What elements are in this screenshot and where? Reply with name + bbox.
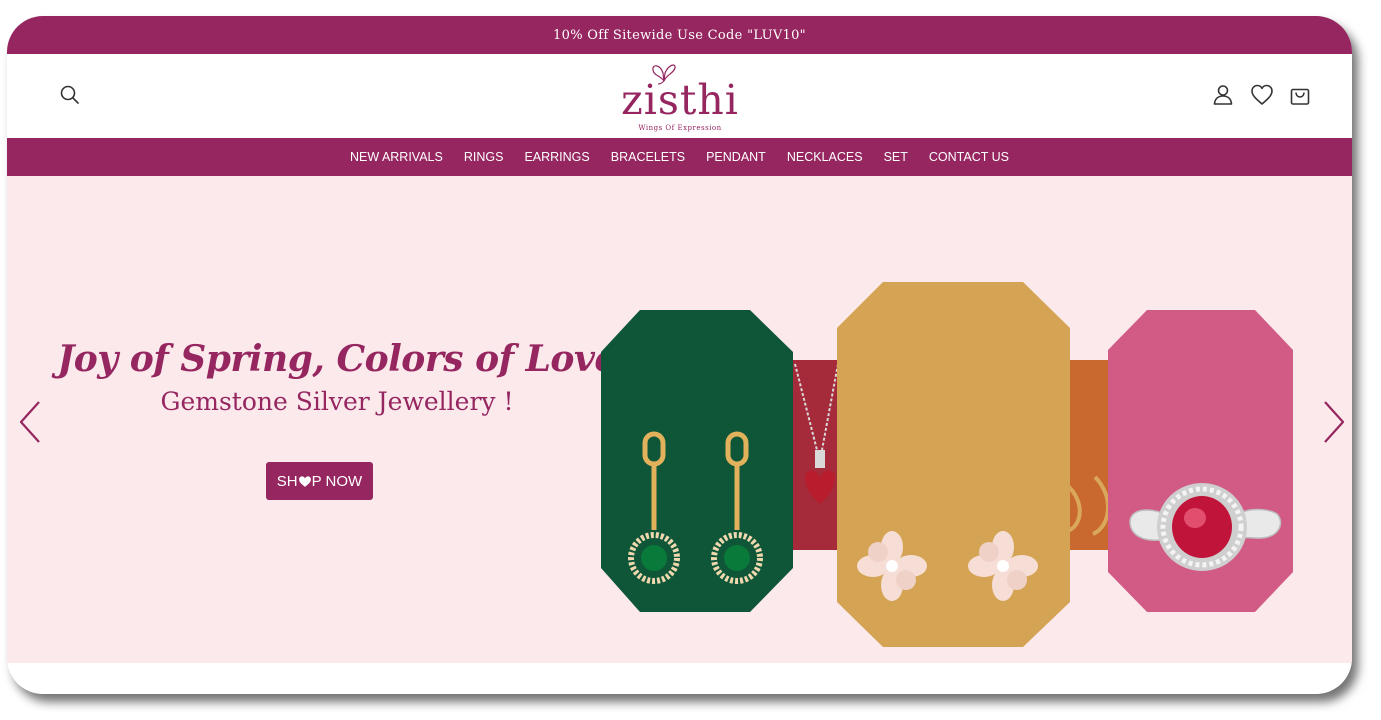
nav-item-pendant[interactable]: PENDANT — [706, 150, 766, 164]
logo-wordmark: zisthi — [621, 76, 739, 124]
jewellery-showcase-image — [601, 282, 1293, 647]
bag-icon[interactable] — [1287, 82, 1313, 108]
hero-subheadline: Gemstone Silver Jewellery ! — [160, 387, 514, 416]
logo-tagline: Wings Of Expression — [638, 124, 722, 132]
nav-item-necklaces[interactable]: NECKLACES — [787, 150, 863, 164]
heart-icon — [298, 475, 311, 487]
nav-item-rings[interactable]: RINGS — [464, 150, 504, 164]
nav-item-set[interactable]: SET — [884, 150, 908, 164]
main-nav: NEW ARRIVALS RINGS EARRINGS BRACELETS PE… — [7, 138, 1352, 176]
chevron-right-icon[interactable] — [1319, 398, 1347, 446]
hero-banner: Joy of Spring, Colors of Love Gemstone S… — [7, 176, 1352, 663]
heart-icon[interactable] — [1249, 82, 1275, 108]
site-header: zisthi Wings Of Expression — [7, 54, 1352, 138]
user-icon[interactable] — [1210, 82, 1236, 108]
studs-panel — [837, 282, 1070, 647]
hero-headline: Joy of Spring, Colors of Love — [57, 338, 617, 380]
nav-item-new-arrivals[interactable]: NEW ARRIVALS — [350, 150, 443, 164]
shop-now-label-end: P NOW — [311, 472, 363, 490]
nav-item-contact-us[interactable]: CONTACT US — [929, 150, 1009, 164]
earrings-panel — [601, 310, 793, 612]
browser-frame: 10% Off Sitewide Use Code "LUV10" zisthi… — [7, 16, 1352, 694]
announcement-text: 10% Off Sitewide Use Code "LUV10" — [553, 27, 806, 43]
nav-item-bracelets[interactable]: BRACELETS — [611, 150, 685, 164]
page-bottom-strip — [7, 663, 1352, 694]
shop-now-button[interactable]: SH P NOW — [266, 462, 373, 500]
nav-item-earrings[interactable]: EARRINGS — [524, 150, 589, 164]
search-icon[interactable] — [57, 82, 83, 108]
shop-now-label-start: SH — [276, 472, 298, 490]
site-logo[interactable]: zisthi Wings Of Expression — [615, 60, 745, 134]
announcement-bar: 10% Off Sitewide Use Code "LUV10" — [7, 16, 1352, 54]
